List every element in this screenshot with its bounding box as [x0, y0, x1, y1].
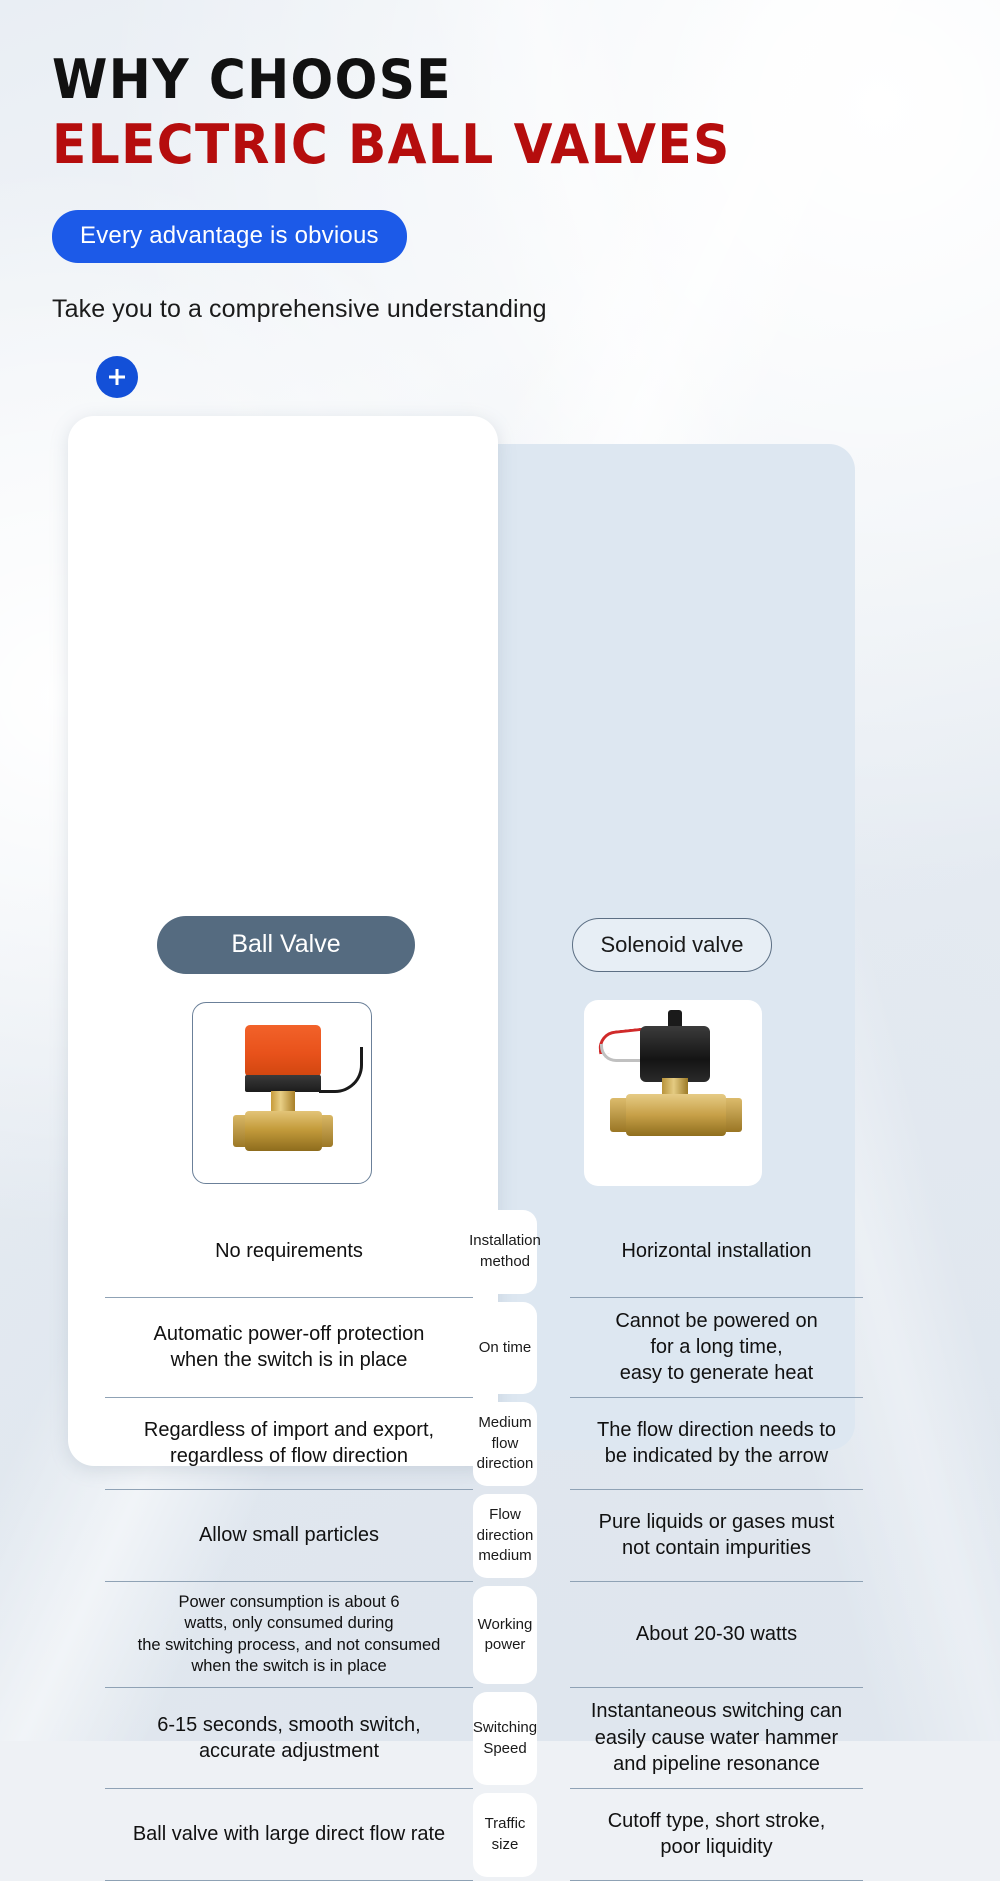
- comparison-row: Power consumption is about 6 watts, only …: [0, 1582, 1000, 1689]
- cell-text: 6-15 seconds, smooth switch, accurate adj…: [157, 1713, 421, 1763]
- comparison-row: Allow small particles Flow direction medium…: [0, 1490, 1000, 1582]
- page-root: WHY CHOOSE ELECTRIC BALL VALVES Every ad…: [0, 0, 1000, 1881]
- ball-valve-brass-body-icon: [245, 1110, 322, 1151]
- ball-valve-neck-icon: [271, 1090, 295, 1113]
- ball-valve-collar-icon: [245, 1074, 321, 1092]
- cell-text: Medium flow direction: [476, 1414, 534, 1472]
- solenoid-valve-cell: Cannot be powered on for a long time, easy…: [570, 1298, 863, 1398]
- cell-text: Cutoff type, short stroke, poor liquidity: [607, 1809, 826, 1859]
- ball-valve-cell: Regardless of import and export, regardle…: [105, 1398, 473, 1490]
- comparison-attribute-label: Flow direction medium: [473, 1493, 537, 1578]
- cell-text: Regardless of import and export, regardle…: [143, 1418, 435, 1468]
- solenoid-header-label: Solenoid valve: [600, 931, 744, 957]
- solenoid-coil-icon: [640, 1025, 710, 1082]
- solenoid-cap-icon: [668, 1009, 682, 1028]
- solenoid-valve-cell: Instantaneous switching can easily cause …: [570, 1688, 863, 1789]
- cell-text: On time: [478, 1338, 532, 1356]
- cell-text: Working power: [477, 1615, 533, 1654]
- comparison-row: 6-15 seconds, smooth switch, accurate adj…: [0, 1688, 1000, 1789]
- advantage-tag: Every advantage is obvious: [52, 209, 407, 263]
- plus-icon[interactable]: [96, 355, 138, 398]
- ball-valve-cell: Allow small particles: [105, 1490, 473, 1582]
- comparison-row: Ball valve with large direct flow rate Tr…: [0, 1789, 1000, 1881]
- cell-text: Automatic power-off protection when the s…: [153, 1322, 425, 1372]
- solenoid-header-pill: Solenoid valve: [572, 917, 772, 972]
- cell-text: Switching Speed: [472, 1719, 538, 1757]
- cell-text: Pure liquids or gases must not contain im…: [598, 1510, 835, 1560]
- ball-valve-cell: Power consumption is about 6 watts, only …: [105, 1582, 473, 1689]
- cell-text: Power consumption is about 6 watts, only …: [137, 1592, 441, 1676]
- page-header: WHY CHOOSE ELECTRIC BALL VALVES Every ad…: [0, 0, 1000, 398]
- ball-valve-header-pill: Ball Valve: [157, 915, 415, 974]
- cell-text: Flow direction medium: [476, 1506, 534, 1564]
- cell-text: Allow small particles: [198, 1524, 380, 1547]
- solenoid-valve-cell: Cutoff type, short stroke, poor liquidity: [570, 1789, 863, 1881]
- page-title-line-1: WHY CHOOSE: [52, 48, 452, 111]
- ball-valve-image: [192, 1001, 372, 1184]
- ball-valve-cell: No requirements: [105, 1206, 473, 1298]
- solenoid-gray-wire-icon: [600, 1043, 644, 1062]
- cell-text: Instantaneous switching can easily cause …: [590, 1700, 843, 1776]
- cell-text: About 20-30 watts: [635, 1623, 798, 1646]
- comparison-section: Ball Valve Solenoid valve No requirement…: [0, 415, 1000, 1881]
- comparison-attribute-label: Installation method: [469, 1209, 541, 1294]
- solenoid-valve-cell: Pure liquids or gases must not contain im…: [570, 1490, 863, 1582]
- solenoid-valve-cell: The flow direction needs to be indicated …: [570, 1398, 863, 1490]
- comparison-attribute-label: Switching Speed: [472, 1692, 538, 1785]
- cell-text: The flow direction needs to be indicated …: [596, 1418, 837, 1468]
- comparison-attribute-label: Traffic size: [473, 1792, 537, 1877]
- ball-valve-cell: Automatic power-off protection when the s…: [105, 1298, 473, 1398]
- solenoid-stem-icon: [662, 1077, 688, 1096]
- comparison-row: No requirements Installation method Horizon…: [0, 1206, 1000, 1298]
- cell-text: Traffic size: [484, 1815, 526, 1853]
- ball-valve-actuator-icon: [245, 1024, 321, 1077]
- solenoid-brass-body-icon: [626, 1093, 726, 1136]
- comparison-row: Regardless of import and export, regardle…: [0, 1398, 1000, 1490]
- ball-valve-cell: Ball valve with large direct flow rate: [105, 1789, 473, 1881]
- ball-valve-cable-icon: [319, 1046, 363, 1093]
- comparison-attribute-label: Medium flow direction: [473, 1401, 537, 1486]
- comparison-rows: No requirements Installation method Horizon…: [0, 1206, 1000, 1881]
- cell-text: Cannot be powered on for a long time, easy…: [615, 1309, 818, 1385]
- comparison-attribute-label: On time: [473, 1301, 537, 1394]
- page-subtitle: Take you to a comprehensive understandin…: [52, 294, 547, 323]
- solenoid-valve-image: [584, 999, 762, 1186]
- comparison-row: Automatic power-off protection when the s…: [0, 1298, 1000, 1398]
- cell-text: Installation method: [469, 1232, 541, 1270]
- solenoid-valve-cell: About 20-30 watts: [570, 1582, 863, 1689]
- comparison-attribute-label: Working power: [473, 1585, 537, 1685]
- solenoid-valve-cell: Horizontal installation: [570, 1206, 863, 1298]
- cell-text: Horizontal installation: [621, 1239, 812, 1262]
- cell-text: No requirements: [215, 1239, 363, 1262]
- ball-valve-cell: 6-15 seconds, smooth switch, accurate adj…: [105, 1688, 473, 1789]
- cell-text: Ball valve with large direct flow rate: [132, 1822, 446, 1845]
- page-title-line-2: ELECTRIC BALL VALVES: [52, 113, 731, 177]
- ball-valve-header-label: Ball Valve: [231, 930, 341, 959]
